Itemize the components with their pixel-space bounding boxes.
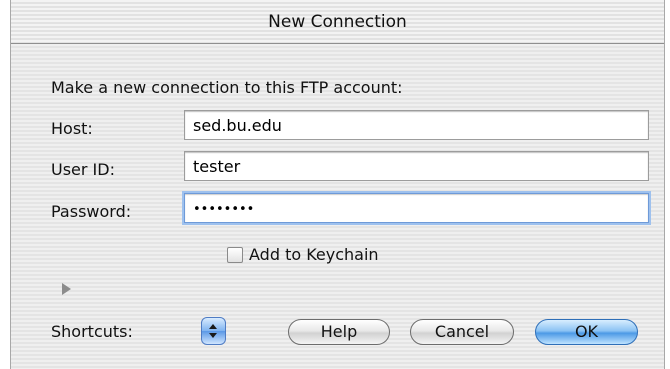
host-label: Host: [51, 119, 93, 138]
user-id-input[interactable] [184, 151, 649, 181]
new-connection-dialog: New Connection Make a new connection to … [10, 0, 665, 369]
host-input[interactable] [184, 110, 649, 140]
shortcuts-popup-button[interactable] [201, 317, 226, 345]
add-to-keychain-label[interactable]: Add to Keychain [249, 245, 379, 264]
password-input[interactable]: •••••••• [184, 193, 649, 223]
title-bar[interactable]: New Connection [11, 0, 664, 44]
arrow-up-icon [209, 324, 217, 329]
add-to-keychain-checkbox[interactable] [227, 247, 243, 263]
arrow-down-icon [209, 333, 217, 338]
cancel-button[interactable]: Cancel [410, 319, 514, 345]
shortcuts-label: Shortcuts: [51, 322, 133, 341]
window-title: New Connection [268, 12, 407, 32]
help-button[interactable]: Help [288, 319, 390, 345]
password-label: Password: [51, 202, 132, 221]
ok-button[interactable]: OK [535, 319, 638, 345]
password-mask: •••••••• [193, 202, 255, 217]
connection-prompt: Make a new connection to this FTP accoun… [51, 78, 403, 97]
user-id-label: User ID: [51, 160, 115, 179]
disclosure-triangle-icon[interactable] [62, 283, 71, 295]
